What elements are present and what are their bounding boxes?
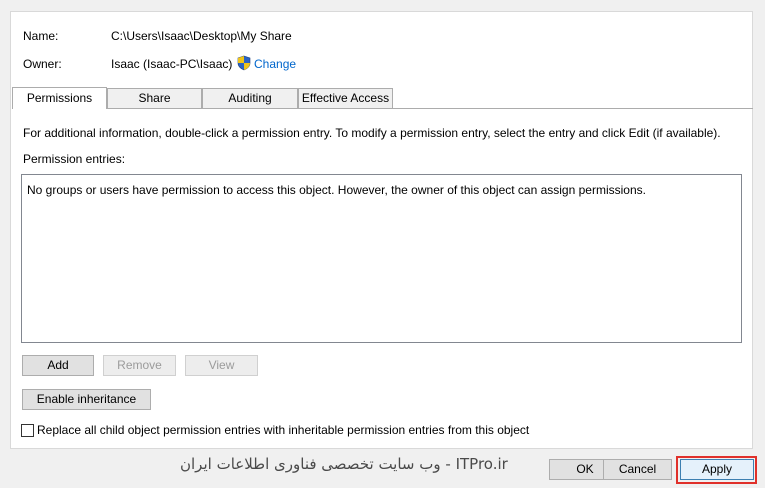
replace-child-permissions-checkbox[interactable] xyxy=(21,424,34,437)
add-button[interactable]: Add xyxy=(22,355,94,376)
permission-entries-list[interactable]: No groups or users have permission to ac… xyxy=(21,174,742,343)
enable-inheritance-button[interactable]: Enable inheritance xyxy=(22,389,151,410)
empty-list-message: No groups or users have permission to ac… xyxy=(27,183,646,197)
tab-auditing[interactable]: Auditing xyxy=(202,88,298,108)
watermark-text: ITPro.ir - وب سایت تخصصی فناوری اطلاعات … xyxy=(180,455,508,473)
owner-value: Isaac (Isaac-PC\Isaac) xyxy=(111,57,233,71)
view-button[interactable]: View xyxy=(185,355,258,376)
apply-button[interactable]: Apply xyxy=(680,459,754,480)
replace-child-permissions-label: Replace all child object permission entr… xyxy=(37,423,530,437)
tab-share[interactable]: Share xyxy=(107,88,202,108)
name-value: C:\Users\Isaac\Desktop\My Share xyxy=(111,29,292,43)
permissions-info-text: For additional information, double-click… xyxy=(23,126,721,140)
remove-button[interactable]: Remove xyxy=(103,355,176,376)
uac-shield-icon[interactable] xyxy=(236,55,252,71)
permission-entries-label: Permission entries: xyxy=(23,152,126,166)
cancel-button[interactable]: Cancel xyxy=(603,459,672,480)
change-owner-link[interactable]: Change xyxy=(254,57,296,71)
name-label: Name: xyxy=(23,29,59,43)
owner-label: Owner: xyxy=(23,57,62,71)
tab-permissions[interactable]: Permissions xyxy=(12,87,107,109)
tab-effective-access[interactable]: Effective Access xyxy=(298,88,393,108)
